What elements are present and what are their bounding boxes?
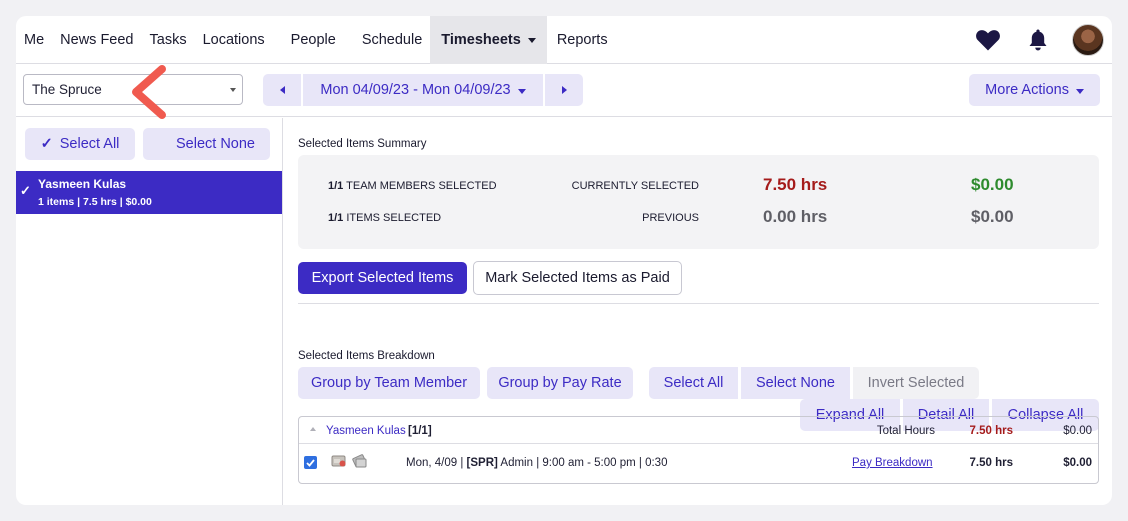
current-hours: 7.50 hrs (763, 175, 828, 194)
top-nav: Me News Feed Tasks Locations People Sche… (16, 16, 1112, 64)
shift-date: Mon, 4/09 | (406, 457, 467, 469)
divider (298, 303, 1099, 304)
date-range-button[interactable]: Mon 04/09/23 - Mon 04/09/23 (303, 74, 543, 106)
team-member-item[interactable]: ✓ Yasmeen Kulas 1 items | 7.5 hrs | $0.0… (16, 171, 282, 214)
chevron-down-icon (517, 88, 526, 94)
shift-details: Mon, 4/09 | [SPR] Admin | 9:00 am - 5:00… (406, 457, 667, 469)
team-member-name: Yasmeen Kulas (38, 177, 127, 191)
app-frame: Me News Feed Tasks Locations People Sche… (16, 16, 1112, 505)
current-label: CURRENTLY SELECTED (571, 180, 699, 192)
chevron-right-icon (561, 86, 567, 94)
previous-label: PREVIOUS (642, 212, 699, 224)
nav-item-news-feed[interactable]: News Feed (52, 16, 141, 64)
select-none-items-button[interactable]: Select None (741, 367, 850, 399)
current-pay: $0.00 (971, 175, 1014, 194)
select-all-label: Select All (59, 136, 120, 152)
breakdown-table: Yasmeen Kulas [1/1] Total Hours 7.50 hrs… (298, 416, 1099, 484)
summary-title: Selected Items Summary (298, 138, 427, 150)
select-all-members-button[interactable]: ✓ Select All (25, 128, 135, 160)
more-actions-button[interactable]: More Actions (969, 74, 1100, 106)
group-pay: $0.00 (1063, 425, 1092, 437)
nav-item-me[interactable]: Me (16, 16, 52, 64)
breakdown-title: Selected Items Breakdown (298, 350, 435, 362)
nav-item-reports[interactable]: Reports (549, 16, 616, 64)
location-select-value: The Spruce (32, 82, 102, 97)
mark-paid-button[interactable]: Mark Selected Items as Paid (473, 261, 682, 295)
chevron-down-icon (527, 38, 536, 43)
check-icon: ✓ (20, 183, 31, 198)
select-none-members-button[interactable]: Select None (143, 128, 270, 160)
chevron-down-icon (1076, 88, 1084, 94)
date-range-label: Mon 04/09/23 - Mon 04/09/23 (320, 82, 511, 98)
bell-icon[interactable] (1022, 24, 1054, 56)
export-selected-button[interactable]: Export Selected Items (298, 262, 467, 294)
row-pay: $0.00 (1063, 457, 1092, 469)
team-label: TEAM MEMBERS SELECTED (346, 180, 497, 192)
group-member-name[interactable]: Yasmeen Kulas (326, 425, 406, 437)
heart-icon[interactable] (972, 24, 1004, 56)
nav-item-people[interactable]: People (283, 16, 344, 64)
select-all-items-button[interactable]: Select All (649, 367, 738, 399)
items-selected: 1/1 ITEMS SELECTED (328, 212, 441, 224)
items-count: 1/1 (328, 212, 344, 224)
date-prev-button[interactable] (263, 74, 301, 106)
date-next-button[interactable] (545, 74, 583, 106)
chevron-left-icon (279, 86, 285, 94)
nav-item-locations[interactable]: Locations (195, 16, 273, 64)
annotation-arrow-icon (132, 65, 166, 119)
main-panel: Selected Items Summary 1/1 TEAM MEMBERS … (284, 118, 1112, 505)
row-hours: 7.50 hrs (969, 457, 1013, 469)
pay-breakdown-link[interactable]: Pay Breakdown (852, 457, 933, 469)
shift-info: Admin | 9:00 am - 5:00 pm | 0:30 (497, 457, 668, 469)
group-by-member-button[interactable]: Group by Team Member (298, 367, 480, 399)
date-navigator: Mon 04/09/23 - Mon 04/09/23 (263, 74, 583, 106)
table-row[interactable]: Mon, 4/09 | [SPR] Admin | 9:00 am - 5:00… (299, 445, 1098, 483)
previous-pay: $0.00 (971, 207, 1014, 226)
nav-item-tasks[interactable]: Tasks (142, 16, 195, 64)
check-icon: ✓ (40, 136, 53, 152)
shift-location-code: [SPR] (466, 457, 498, 469)
toolbar: The Spruce Mon 04/09/23 - Mon 04/09/23 M… (16, 64, 1112, 119)
pay-icon (352, 454, 367, 468)
group-by-rate-button[interactable]: Group by Pay Rate (487, 367, 633, 399)
row-checkbox[interactable] (304, 456, 317, 469)
team-member-stats: 1 items | 7.5 hrs | $0.00 (38, 196, 152, 208)
invert-selected-button[interactable]: Invert Selected (853, 367, 979, 399)
chevron-down-icon (230, 88, 236, 92)
nav-item-timesheets[interactable]: Timesheets (430, 16, 547, 64)
nav-right-group (954, 16, 1104, 64)
schedule-icon (331, 455, 346, 467)
team-member-panel: ✓ Select All Select None ✓ Yasmeen Kulas… (16, 118, 283, 505)
group-row[interactable]: Yasmeen Kulas [1/1] Total Hours 7.50 hrs… (299, 417, 1098, 444)
team-members-selected: 1/1 TEAM MEMBERS SELECTED (328, 180, 497, 192)
avatar[interactable] (1072, 24, 1104, 56)
team-count: 1/1 (328, 180, 344, 192)
group-hours: 7.50 hrs (969, 425, 1013, 437)
more-actions-label: More Actions (985, 82, 1069, 98)
total-hours-label: Total Hours (876, 425, 935, 437)
group-count: [1/1] (408, 425, 432, 437)
nav-item-timesheets-label: Timesheets (441, 31, 521, 48)
summary-box: 1/1 TEAM MEMBERS SELECTED 1/1 ITEMS SELE… (298, 155, 1099, 249)
previous-hours: 0.00 hrs (763, 207, 828, 226)
chevron-up-icon[interactable] (310, 427, 316, 431)
items-label: ITEMS SELECTED (346, 212, 442, 224)
nav-item-schedule[interactable]: Schedule (354, 16, 430, 64)
